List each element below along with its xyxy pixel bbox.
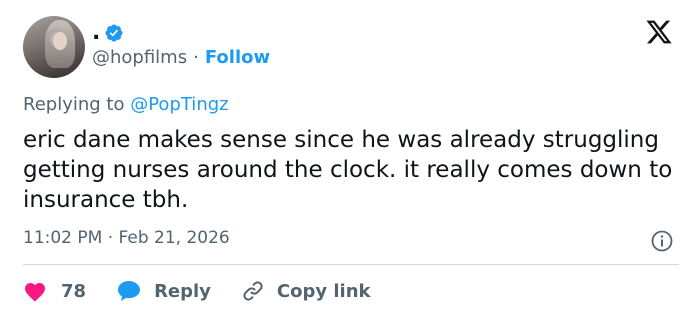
tweet-timestamp[interactable]: 11:02 PM · Feb 21, 2026 [23, 228, 230, 248]
tweet-date: Feb 21, 2026 [118, 228, 230, 248]
info-icon[interactable] [650, 229, 674, 253]
author-handle[interactable]: @hopfilms [92, 47, 187, 68]
author-name-row: . [92, 20, 124, 46]
like-count: 78 [61, 280, 87, 302]
timestamp-separator: · [107, 228, 114, 248]
verified-badge-icon [105, 24, 123, 42]
heart-icon [25, 283, 45, 302]
like-button[interactable]: 78 [23, 280, 86, 302]
handle-separator: · [193, 47, 199, 68]
author-handle-row: @hopfilms · Follow [92, 47, 270, 68]
replying-to-prefix: Replying to [23, 94, 125, 115]
link-icon [243, 281, 263, 301]
divider [23, 264, 679, 265]
action-bar: 78 Reply Copy link [23, 276, 371, 306]
reply-button[interactable]: Reply [116, 279, 211, 303]
tweet-time: 11:02 PM [23, 228, 103, 248]
x-logo-icon[interactable] [644, 18, 674, 46]
replying-to-mention[interactable]: @PopTingz [130, 94, 228, 115]
avatar[interactable] [23, 16, 85, 78]
copy-link-label: Copy link [276, 280, 371, 302]
copy-link-button[interactable]: Copy link [241, 279, 371, 303]
avatar-face [53, 32, 67, 50]
follow-button[interactable]: Follow [205, 47, 270, 68]
speech-bubble-icon [118, 281, 141, 301]
replying-to: Replying to @PopTingz [23, 94, 229, 115]
author-display-name[interactable]: . [92, 22, 100, 44]
reply-label: Reply [154, 280, 211, 302]
tweet-text: eric dane makes sense since he was alrea… [23, 127, 673, 213]
